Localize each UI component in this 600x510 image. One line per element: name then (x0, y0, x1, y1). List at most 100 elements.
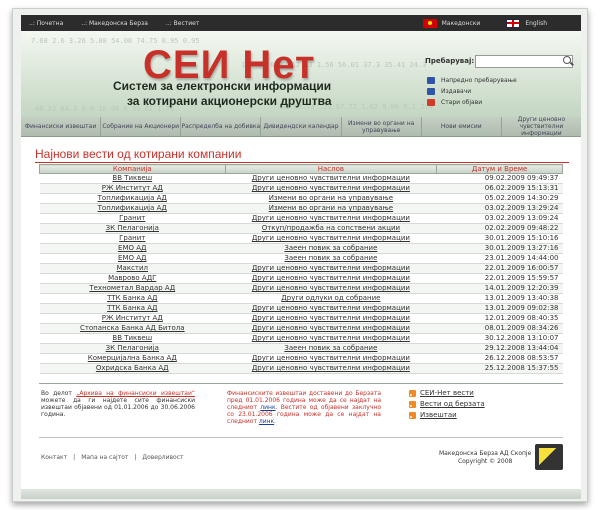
main-content: Најнови вести од котирани компании Компа… (21, 137, 581, 489)
nav-shareholders-meeting[interactable]: Собрание на Акционери (101, 117, 182, 136)
news-datetime: 12.01.2009 08:40:35 (436, 313, 563, 324)
rss-reports[interactable]: Извештаи (409, 411, 485, 419)
browser-window: ..: Почетна ..: Македонска Берза ..: Вес… (12, 8, 588, 502)
company-link[interactable]: ЕМО АД (39, 253, 226, 264)
news-title-link[interactable]: Други ценовно чувствителни информации (225, 283, 437, 294)
company-link[interactable]: Мавровo АДГ (39, 273, 226, 284)
news-title-link[interactable]: Други одлуки од собрание (225, 293, 437, 304)
old-news-link[interactable]: линк (259, 418, 274, 425)
news-title-link[interactable]: Други ценовно чувствителни информации (225, 263, 437, 274)
nav-new-issues[interactable]: Нови емисии (422, 117, 502, 136)
news-title-link[interactable]: Други ценовно чувствителни информации (225, 213, 437, 224)
company-link[interactable]: Гранит (39, 213, 226, 224)
company-link[interactable]: ТТК Банка АД (39, 293, 226, 304)
rss-sei-net-news[interactable]: СЕИ-Нет вести (409, 389, 485, 397)
rss-label: Извештаи (420, 411, 457, 419)
news-title-link[interactable]: Измени во органи на управување (225, 193, 437, 204)
table-row: Мавровo АДГ Други ценовно чувствителни ин… (39, 273, 563, 284)
column-header-title[interactable]: Наслов (224, 164, 438, 174)
company-link[interactable]: ЗК Пелагонија (39, 343, 226, 354)
nav-profit-distribution[interactable]: Распределба на добивка (181, 117, 262, 136)
top-link-stock-exchange[interactable]: ..: Македонска Берза (81, 20, 148, 27)
company-link[interactable]: Топлификација АД (39, 203, 226, 214)
table-row: Гранит Други ценовно чувствителни информа… (39, 233, 563, 244)
lang-english[interactable]: English (525, 20, 547, 27)
copyright-block: Македонска Берза АД Скопје Copyright © 2… (439, 450, 531, 466)
macedonian-flag-icon[interactable] (422, 18, 437, 28)
footer-link-contact[interactable]: Контакт (41, 454, 67, 461)
news-datetime: 22.01.2009 15:59:57 (436, 273, 563, 284)
table-row: ТТК Банка АД Други одлуки од собрание 13.0… (39, 293, 563, 304)
search-input[interactable] (475, 55, 573, 68)
nav-other-price-sensitive[interactable]: Други ценовно чувствителни информации (502, 116, 581, 137)
company-link[interactable]: Комерцијална Банка АД (39, 353, 226, 364)
company-link[interactable]: Гранит (39, 233, 226, 244)
news-title-link[interactable]: Други ценовно чувствителни информации (225, 183, 437, 194)
advanced-search-link[interactable]: Напредно пребарување (427, 77, 517, 84)
footer-links: Контакт | Мапа на сајтот | Доверливост (41, 454, 184, 461)
old-reports-link[interactable]: линк (260, 404, 275, 411)
company-link[interactable]: ТТК Банка АД (39, 303, 226, 314)
company-link[interactable]: Топлификација АД (39, 193, 226, 204)
footer-separator: | (134, 454, 137, 461)
publishers-link[interactable]: Издавачи (427, 88, 471, 95)
company-name: Македонска Берза АД Скопје (439, 450, 532, 457)
table-row: ЗК Пелагонија Откуп/продажба на сопствени… (39, 223, 563, 234)
archive-link[interactable]: „Архива на финансиски извештаи“ (76, 390, 195, 397)
news-title-link[interactable]: Други ценовно чувствителни информации (225, 233, 437, 244)
nav-management-changes[interactable]: Измени во органи на управување (342, 117, 422, 136)
top-link-home[interactable]: ..: Почетна (29, 20, 63, 27)
news-title-link[interactable]: Откуп/продажба на сопствени акции (225, 223, 437, 234)
company-link[interactable]: ЕМО АД (39, 243, 226, 254)
table-row: ТТК Банка АД Други ценовно чувствителни и… (39, 303, 563, 314)
news-title-link[interactable]: Заеен повик за собрание (225, 243, 437, 254)
nav-dividend-calendar[interactable]: Дивидендски календар (261, 117, 342, 136)
company-link[interactable]: ВВ Тиквеш (39, 333, 226, 344)
company-link[interactable]: ВВ Тиквеш (39, 173, 226, 184)
table-row: Технометал Вардар АД Други ценовно чувств… (39, 283, 563, 294)
company-link[interactable]: Макстил (39, 263, 226, 274)
top-link-news[interactable]: ..: Вестиет (166, 20, 199, 27)
news-title-link[interactable]: Други ценовно чувствителни информации (225, 323, 437, 334)
news-title-link[interactable]: Други ценовно чувствителни информации (225, 273, 437, 284)
archive-note: Во делот „Архива на финансиски извештаи“… (41, 390, 195, 418)
table-row: Комерцијална Банка АД Други ценовно чувст… (39, 353, 563, 364)
company-link[interactable]: ЗК Пелагонија (39, 223, 226, 234)
table-row: Топлификација АД Измени во органи на упра… (39, 193, 563, 204)
footer-link-privacy[interactable]: Доверливост (142, 454, 183, 461)
news-title-link[interactable]: Други ценовно чувствителни информации (225, 313, 437, 324)
search-icon[interactable] (563, 56, 571, 64)
company-link[interactable]: РЖ Институт АД (39, 183, 226, 194)
news-datetime: 23.01.2009 14:44:00 (436, 253, 563, 264)
footer-link-sitemap[interactable]: Мапа на сајтот (81, 454, 128, 461)
news-title-link[interactable]: Други ценовно чувствителни информации (225, 353, 437, 364)
main-nav: Финансиски извештаи Собрание на Акционер… (21, 116, 581, 137)
news-datetime: 14.01.2009 12:20:39 (436, 283, 563, 294)
news-title-link[interactable]: Други ценовно чувствителни информации (225, 173, 437, 184)
footer-separator: | (73, 454, 76, 461)
news-title-link[interactable]: Измени во органи на управување (225, 203, 437, 214)
company-link[interactable]: Охридска Банка АД (39, 363, 226, 374)
news-title-link[interactable]: Други ценовно чувствителни информации (225, 303, 437, 314)
column-header-company[interactable]: Компанија (39, 164, 226, 174)
column-header-datetime[interactable]: Датум и Време (436, 164, 563, 174)
news-title-link[interactable]: Заеен повик за собрание (225, 343, 437, 354)
nav-financial-reports[interactable]: Финансиски извештаи (21, 117, 102, 136)
rss-icon (409, 400, 416, 408)
news-table: Компанија Наслов Датум и Време ВВ Тиквеш… (39, 164, 563, 374)
table-row: Охридска Банка АД Други ценовно чувствите… (39, 363, 563, 374)
news-datetime: 05.02.2009 14:30:29 (436, 193, 563, 204)
old-announcements-link[interactable]: Стари објави (427, 99, 482, 106)
lang-macedonian[interactable]: Македонски (442, 20, 481, 27)
company-link[interactable]: РЖ Институт АД (39, 313, 226, 324)
company-link[interactable]: Технометал Вардар АД (39, 283, 226, 294)
company-link[interactable]: Стопанска Банка АД Битола (39, 323, 226, 334)
stock-exchange-logo[interactable] (535, 444, 563, 470)
english-flag-icon[interactable] (506, 18, 521, 28)
news-title-link[interactable]: Други ценовно чувствителни информации (225, 333, 437, 344)
rss-exchange-news[interactable]: Вести од берзата (409, 400, 485, 408)
site-tagline: Систем за електронски информации за коти… (113, 79, 332, 109)
news-title-link[interactable]: Други ценовно чувствителни информации (225, 363, 437, 374)
site-header: 7.68 2.6 3.26 5.08 54.08 74.75 0.95 0.95… (21, 31, 581, 117)
news-title-link[interactable]: Заеен повик за собрание (225, 253, 437, 264)
